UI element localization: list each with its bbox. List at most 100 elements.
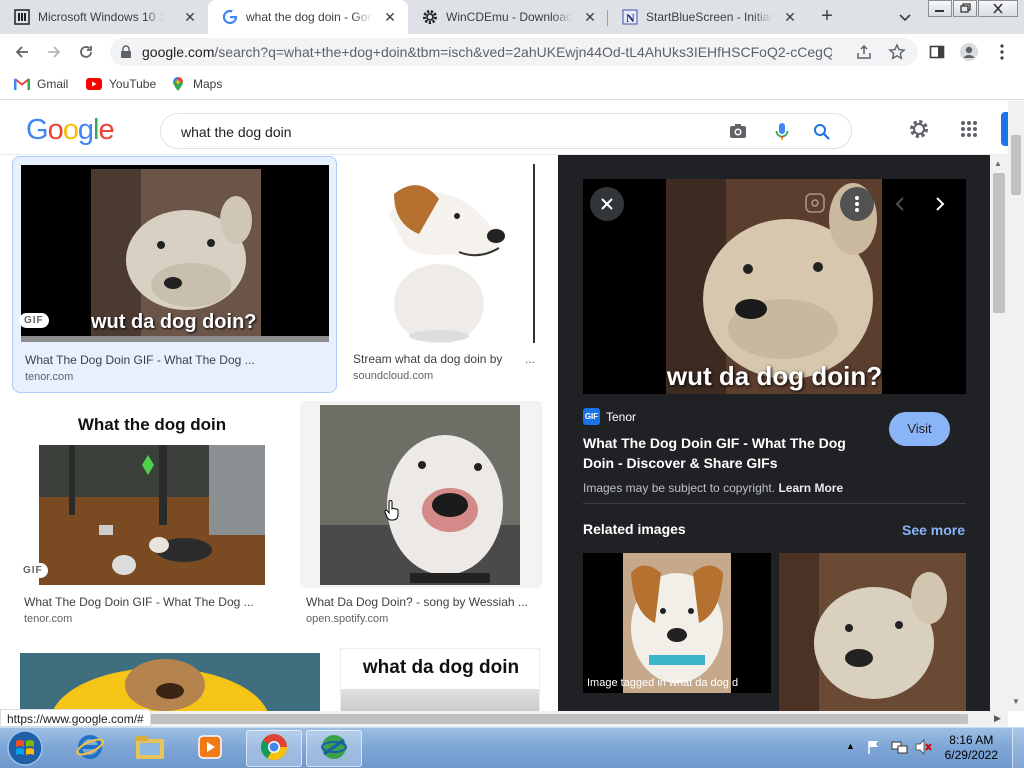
google-logo-letter: o	[62, 114, 79, 146]
show-desktop-button[interactable]	[1012, 728, 1024, 768]
scroll-right-arrow-icon[interactable]: ▶	[994, 713, 1001, 724]
tab-microsoft-windows[interactable]: Microsoft Windows 10 16 ✕	[0, 0, 208, 34]
horizontal-scrollbar[interactable]: ▶	[0, 711, 1008, 727]
start-button[interactable]	[2, 728, 48, 768]
result-thumbnail[interactable]: wut da dog doin?	[21, 165, 329, 342]
share-icon[interactable]	[856, 44, 872, 63]
result-card[interactable]: Stream what da dog doin by ... soundclou…	[345, 156, 550, 393]
lens-icon[interactable]	[804, 192, 826, 217]
microphone-icon[interactable]	[775, 122, 789, 145]
camera-icon[interactable]	[729, 123, 747, 142]
tab-close-icon[interactable]: ✕	[382, 9, 398, 25]
bookmark-gmail[interactable]: Gmail	[14, 76, 68, 92]
gif-badge: GIF	[18, 563, 48, 578]
horizontal-scrollbar-thumb[interactable]	[150, 714, 968, 724]
result-card[interactable]: wut da dog doin? GIF What The Dog Doin G…	[12, 156, 337, 393]
result-source[interactable]: tenor.com	[24, 613, 72, 625]
forward-arrow-icon[interactable]	[42, 40, 66, 64]
taskbar-chrome[interactable]	[246, 730, 302, 767]
tab-wincdemu[interactable]: WinCDEmu - Download ✕	[408, 0, 608, 34]
result-card[interactable]: What Da Dog Doin? - song by Wessiah ... …	[300, 400, 545, 630]
network-icon[interactable]	[891, 739, 909, 758]
apps-grid-icon[interactable]	[960, 120, 978, 141]
result-source[interactable]: tenor.com	[25, 371, 73, 383]
url-host: google.com	[142, 44, 215, 60]
google-logo[interactable]: Google	[26, 114, 115, 147]
taskbar-file-explorer[interactable]	[122, 730, 178, 767]
tab-close-icon[interactable]: ✕	[582, 9, 598, 25]
back-arrow-icon[interactable]	[10, 40, 34, 64]
preview-caption: wut da dog doin?	[666, 361, 883, 391]
result-thumbnail[interactable]: what da dog doin	[340, 648, 540, 711]
tab-title: what the dog doin - Goo	[246, 10, 372, 24]
previous-arrow-icon[interactable]	[890, 193, 910, 218]
chrome-icon	[259, 732, 289, 765]
result-title[interactable]: What The Dog Doin GIF - What The Dog ...	[24, 595, 254, 609]
profile-avatar-icon[interactable]	[957, 40, 981, 64]
result-card[interactable]: what da dog doin	[340, 648, 540, 711]
volume-muted-icon[interactable]	[915, 739, 933, 758]
taskbar-network-app[interactable]	[306, 730, 362, 767]
result-source[interactable]: soundcloud.com	[353, 370, 433, 382]
page-scrollbar-thumb[interactable]	[1011, 135, 1021, 195]
minimize-button[interactable]	[928, 0, 952, 17]
result-title[interactable]: What The Dog Doin GIF - What The Dog ...	[25, 353, 255, 367]
image-results-grid: wut da dog doin? GIF What The Dog Doin G…	[0, 155, 558, 711]
reload-icon[interactable]	[74, 40, 98, 64]
google-g-icon	[222, 9, 238, 25]
result-source[interactable]: open.spotify.com	[306, 613, 388, 625]
result-thumbnail[interactable]: What the dog doin	[20, 403, 284, 586]
result-card[interactable]	[20, 653, 320, 711]
tab-close-icon[interactable]: ✕	[182, 9, 198, 25]
related-image-caption: Image tagged in what da dog d	[587, 677, 739, 689]
related-image[interactable]	[779, 553, 966, 711]
result-thumbnail[interactable]	[20, 653, 320, 711]
bookmark-youtube[interactable]: YouTube	[86, 76, 156, 92]
google-header: Google what the dog doin	[0, 101, 1009, 155]
search-input[interactable]: what the dog doin	[181, 124, 292, 140]
results-scrollbar[interactable]: ▲	[990, 155, 1008, 711]
close-window-button[interactable]	[978, 0, 1018, 17]
lock-icon[interactable]	[120, 45, 132, 62]
system-clock[interactable]: 8:16 AM 6/29/2022	[945, 733, 998, 763]
action-center-flag-icon[interactable]	[866, 739, 882, 758]
restore-button[interactable]	[953, 0, 977, 17]
search-icon[interactable]	[813, 123, 831, 144]
show-hidden-icons-icon[interactable]: ▲	[846, 741, 855, 751]
related-image[interactable]: Image tagged in what da dog d	[583, 553, 771, 693]
page-scrollbar[interactable]: ▼	[1008, 101, 1024, 711]
preview-title[interactable]: What The Dog Doin GIF - What The Dog Doi…	[583, 433, 846, 473]
more-options-icon[interactable]	[840, 187, 874, 221]
bookmark-star-icon[interactable]	[888, 43, 906, 64]
tab-search-chevron-icon[interactable]	[896, 8, 914, 26]
side-panel-icon[interactable]	[925, 40, 949, 64]
learn-more-link[interactable]: Learn More	[778, 481, 843, 495]
address-bar[interactable]: google.com/search?q=what+the+dog+doin&tb…	[110, 38, 918, 66]
tab-startbluescreen[interactable]: N StartBlueScreen - Initiate ✕	[608, 0, 808, 34]
taskbar-media-player[interactable]	[182, 730, 238, 767]
google-logo-letter: g	[77, 114, 94, 146]
related-images-heading: Related images	[583, 521, 686, 537]
scroll-up-arrow-icon[interactable]: ▲	[994, 159, 1002, 168]
url-text: google.com/search?q=what+the+dog+doin&tb…	[142, 44, 832, 60]
browser-menu-icon[interactable]	[990, 40, 1014, 64]
visit-button[interactable]: Visit	[889, 412, 950, 446]
settings-gear-icon[interactable]	[908, 118, 930, 143]
new-tab-button[interactable]: +	[816, 5, 838, 27]
next-arrow-icon[interactable]	[930, 193, 950, 218]
bookmark-maps[interactable]: Maps	[170, 76, 222, 92]
result-card[interactable]: What the dog doin GIF What The Dog Doin …	[12, 400, 292, 630]
result-title[interactable]: Stream what da dog doin by	[353, 352, 502, 366]
source-name[interactable]: Tenor	[606, 410, 636, 424]
search-box[interactable]: what the dog doin	[160, 113, 852, 149]
result-thumbnail[interactable]	[349, 164, 535, 343]
taskbar-internet-explorer[interactable]	[62, 730, 118, 767]
close-preview-button[interactable]	[590, 187, 624, 221]
result-thumbnail[interactable]	[302, 403, 540, 586]
result-title[interactable]: What Da Dog Doin? - song by Wessiah ...	[306, 595, 528, 609]
scrollbar-thumb[interactable]	[993, 173, 1005, 313]
scroll-down-arrow-icon[interactable]: ▼	[1012, 697, 1020, 706]
see-more-link[interactable]: See more	[902, 522, 965, 538]
tab-google-search[interactable]: what the dog doin - Goo ✕	[208, 0, 408, 34]
tab-close-icon[interactable]: ✕	[782, 9, 798, 25]
